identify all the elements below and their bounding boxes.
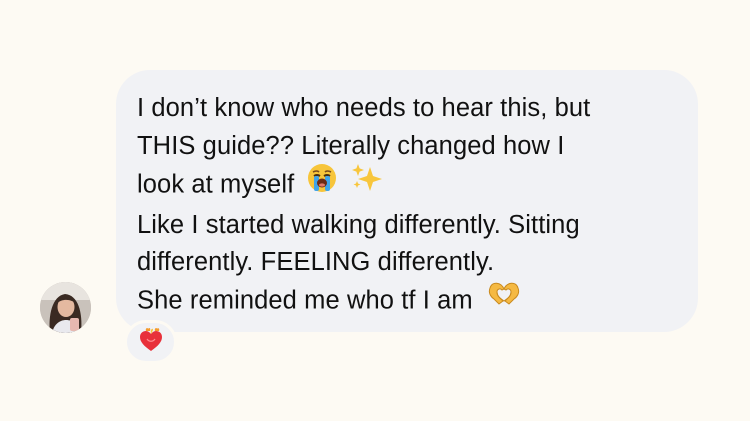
message-bubble[interactable]: I don’t know who needs to hear this, but… xyxy=(116,70,698,332)
message-line-text: look at myself xyxy=(137,170,295,199)
message-line: look at myself xyxy=(137,163,682,207)
reaction-badge[interactable] xyxy=(124,320,177,364)
message-line: differently. FEELING differently. xyxy=(137,248,495,277)
message-line: I don’t know who needs to hear this, but xyxy=(137,94,591,122)
loudly-crying-face-icon xyxy=(307,163,337,205)
heart-on-fire-icon xyxy=(138,327,164,358)
message-line-text: She reminded me who tf I am xyxy=(137,286,473,315)
message-line: Like I started walking differently. Sitt… xyxy=(137,210,580,239)
sparkles-icon xyxy=(351,163,383,205)
avatar[interactable] xyxy=(40,282,91,333)
chat-view: I don’t know who needs to hear this, but… xyxy=(0,0,750,421)
message-line: THIS guide?? Literally changed how I xyxy=(137,131,565,160)
heart-hands-icon xyxy=(486,280,522,320)
message-line: She reminded me who tf I am xyxy=(137,282,682,322)
